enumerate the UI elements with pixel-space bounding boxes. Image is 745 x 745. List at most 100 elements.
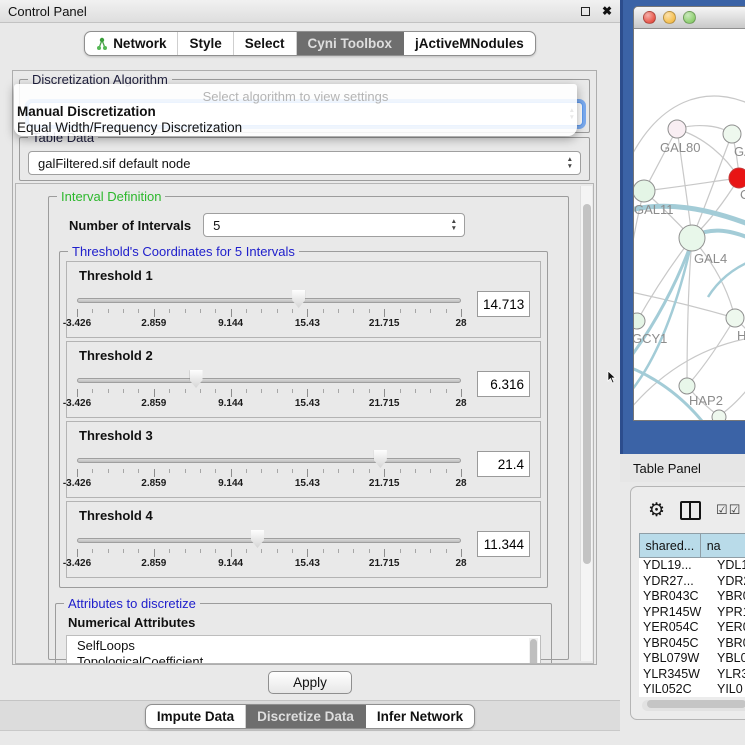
settings-scrollbar-thumb[interactable] bbox=[583, 204, 591, 564]
tick-mark bbox=[384, 549, 385, 557]
slider-track[interactable] bbox=[77, 298, 461, 303]
network-edge[interactable] bbox=[637, 238, 692, 321]
table-row[interactable]: YPR145WYPR1 bbox=[639, 605, 745, 621]
tab-jactivemnodules[interactable]: jActiveMNodules bbox=[404, 32, 535, 55]
tick-label: 9.144 bbox=[218, 558, 243, 569]
tick-mark bbox=[200, 389, 201, 393]
threshold-value-input[interactable] bbox=[477, 451, 530, 477]
gear-icon[interactable]: ⚙ bbox=[648, 501, 665, 520]
table-row[interactable]: YBR045CYBR0 bbox=[639, 636, 745, 652]
table-data-combobox[interactable]: galFiltered.sif default node ▲▼ bbox=[28, 151, 581, 175]
table-header-row: shared... na bbox=[639, 533, 745, 558]
list-scrollbar[interactable] bbox=[529, 638, 538, 664]
network-edge[interactable] bbox=[687, 318, 735, 386]
tick-mark bbox=[77, 389, 78, 397]
slider-track[interactable] bbox=[77, 378, 461, 383]
algorithm-option-equal-width[interactable]: Equal Width/Frequency Discretization bbox=[17, 120, 242, 135]
tick-mark bbox=[123, 469, 124, 473]
network-node-GAL80[interactable] bbox=[668, 120, 686, 138]
threshold-value-input[interactable] bbox=[477, 371, 530, 397]
table-row[interactable]: YBR043CYBR0 bbox=[639, 589, 745, 605]
network-edge[interactable] bbox=[692, 238, 735, 318]
network-edge[interactable] bbox=[634, 291, 735, 318]
threshold-value-input[interactable] bbox=[477, 531, 530, 557]
tab-impute-data[interactable]: Impute Data bbox=[146, 705, 246, 728]
attribute-list-item[interactable]: TopologicalCoefficient bbox=[77, 654, 540, 664]
table-row[interactable]: YIL052CYIL0 bbox=[639, 682, 745, 697]
number-of-intervals-combobox[interactable]: 5 ▲▼ bbox=[203, 213, 465, 237]
tab-cyni-toolbox[interactable]: Cyni Toolbox bbox=[297, 32, 405, 55]
tab-select[interactable]: Select bbox=[234, 32, 297, 55]
slider-thumb[interactable] bbox=[292, 290, 305, 308]
network-node-GA[interactable] bbox=[723, 125, 741, 143]
tab-style[interactable]: Style bbox=[178, 32, 233, 55]
list-scrollbar-thumb[interactable] bbox=[530, 639, 537, 664]
minimize-traffic-light-icon[interactable] bbox=[663, 11, 676, 24]
close-icon[interactable]: ✖ bbox=[602, 5, 612, 17]
threshold-slider[interactable]: -3.4262.8599.14415.4321.71528 bbox=[77, 526, 461, 570]
column-header-name[interactable]: na bbox=[701, 533, 745, 558]
slider-track[interactable] bbox=[77, 458, 461, 463]
slider-thumb[interactable] bbox=[251, 530, 264, 548]
table-hscrollbar-thumb[interactable] bbox=[647, 700, 745, 708]
network-node-label: GA bbox=[734, 144, 745, 159]
tick-mark bbox=[108, 389, 109, 393]
network-edge[interactable] bbox=[644, 178, 739, 191]
zoom-traffic-light-icon[interactable] bbox=[683, 11, 696, 24]
tick-mark bbox=[277, 469, 278, 473]
slider-thumb[interactable] bbox=[190, 370, 203, 388]
algorithm-option-manual[interactable]: Manual Discretization bbox=[17, 104, 156, 119]
tab-infer-network[interactable]: Infer Network bbox=[366, 705, 474, 728]
slider-tick-labels: -3.4262.8599.14415.4321.71528 bbox=[77, 398, 461, 410]
network-canvas[interactable]: GAL80GACGAL11GAL4GCY1HHAP2 bbox=[634, 29, 745, 421]
column-header-shared-name[interactable]: shared... bbox=[639, 533, 701, 558]
apply-button[interactable]: Apply bbox=[268, 671, 352, 694]
threshold-slider[interactable]: -3.4262.8599.14415.4321.71528 bbox=[77, 446, 461, 490]
table-row[interactable]: YDL19...YDL1 bbox=[639, 558, 745, 574]
network-node-C[interactable] bbox=[729, 168, 745, 188]
tick-mark bbox=[169, 309, 170, 313]
tick-mark bbox=[108, 469, 109, 473]
tick-mark bbox=[169, 549, 170, 553]
slider-thumb[interactable] bbox=[374, 450, 387, 468]
network-node-unlabeled[interactable] bbox=[712, 410, 726, 421]
network-node-label: C bbox=[740, 187, 745, 202]
table-horizontal-scrollbar[interactable] bbox=[642, 700, 745, 711]
tick-mark bbox=[446, 549, 447, 553]
network-node-HAP2[interactable] bbox=[679, 378, 695, 394]
network-node-GAL11[interactable] bbox=[634, 180, 655, 202]
table-row[interactable]: YBL079WYBL0 bbox=[639, 651, 745, 667]
tick-mark bbox=[430, 469, 431, 473]
slider-ticks bbox=[77, 389, 461, 397]
network-window[interactable]: GAL80GACGAL11GAL4GCY1HHAP2 bbox=[633, 6, 745, 421]
float-window-icon[interactable] bbox=[581, 7, 590, 16]
threshold-label: Threshold 4 bbox=[79, 508, 530, 523]
tick-label: -3.426 bbox=[63, 478, 91, 489]
tick-mark bbox=[384, 309, 385, 317]
network-node-H[interactable] bbox=[726, 309, 744, 327]
split-columns-icon[interactable] bbox=[680, 501, 701, 520]
threshold-panel: Threshold 4 -3.4262.8599.14415.4321.71528 bbox=[66, 501, 541, 578]
threshold-slider[interactable]: -3.4262.8599.14415.4321.71528 bbox=[77, 286, 461, 330]
network-node-GAL4[interactable] bbox=[679, 225, 705, 251]
slider-track[interactable] bbox=[77, 538, 461, 543]
table-row[interactable]: YER054CYER0 bbox=[639, 620, 745, 636]
network-canvas-svg[interactable]: GAL80GACGAL11GAL4GCY1HHAP2 bbox=[634, 29, 745, 421]
threshold-slider[interactable]: -3.4262.8599.14415.4321.71528 bbox=[77, 366, 461, 410]
table-row[interactable]: YLR345WYLR3 bbox=[639, 667, 745, 683]
settings-vertical-scrollbar[interactable] bbox=[580, 186, 592, 661]
tick-mark bbox=[338, 469, 339, 473]
slider-tick-labels: -3.4262.8599.14415.4321.71528 bbox=[77, 478, 461, 490]
section-title: Attributes to discretize bbox=[64, 596, 200, 611]
table-row[interactable]: YDR27...YDR2 bbox=[639, 574, 745, 590]
select-columns-icons[interactable]: ☑☑ bbox=[716, 502, 741, 518]
tick-mark bbox=[92, 469, 93, 473]
tick-mark bbox=[215, 389, 216, 393]
tab-label: Cyni Toolbox bbox=[308, 36, 393, 51]
network-node-GCY1[interactable] bbox=[634, 313, 645, 329]
tab-discretize-data[interactable]: Discretize Data bbox=[246, 705, 366, 728]
tab-network[interactable]: Network bbox=[85, 32, 178, 55]
close-traffic-light-icon[interactable] bbox=[643, 11, 656, 24]
threshold-value-input[interactable] bbox=[477, 291, 530, 317]
attribute-list-item[interactable]: SelfLoops bbox=[77, 638, 540, 654]
